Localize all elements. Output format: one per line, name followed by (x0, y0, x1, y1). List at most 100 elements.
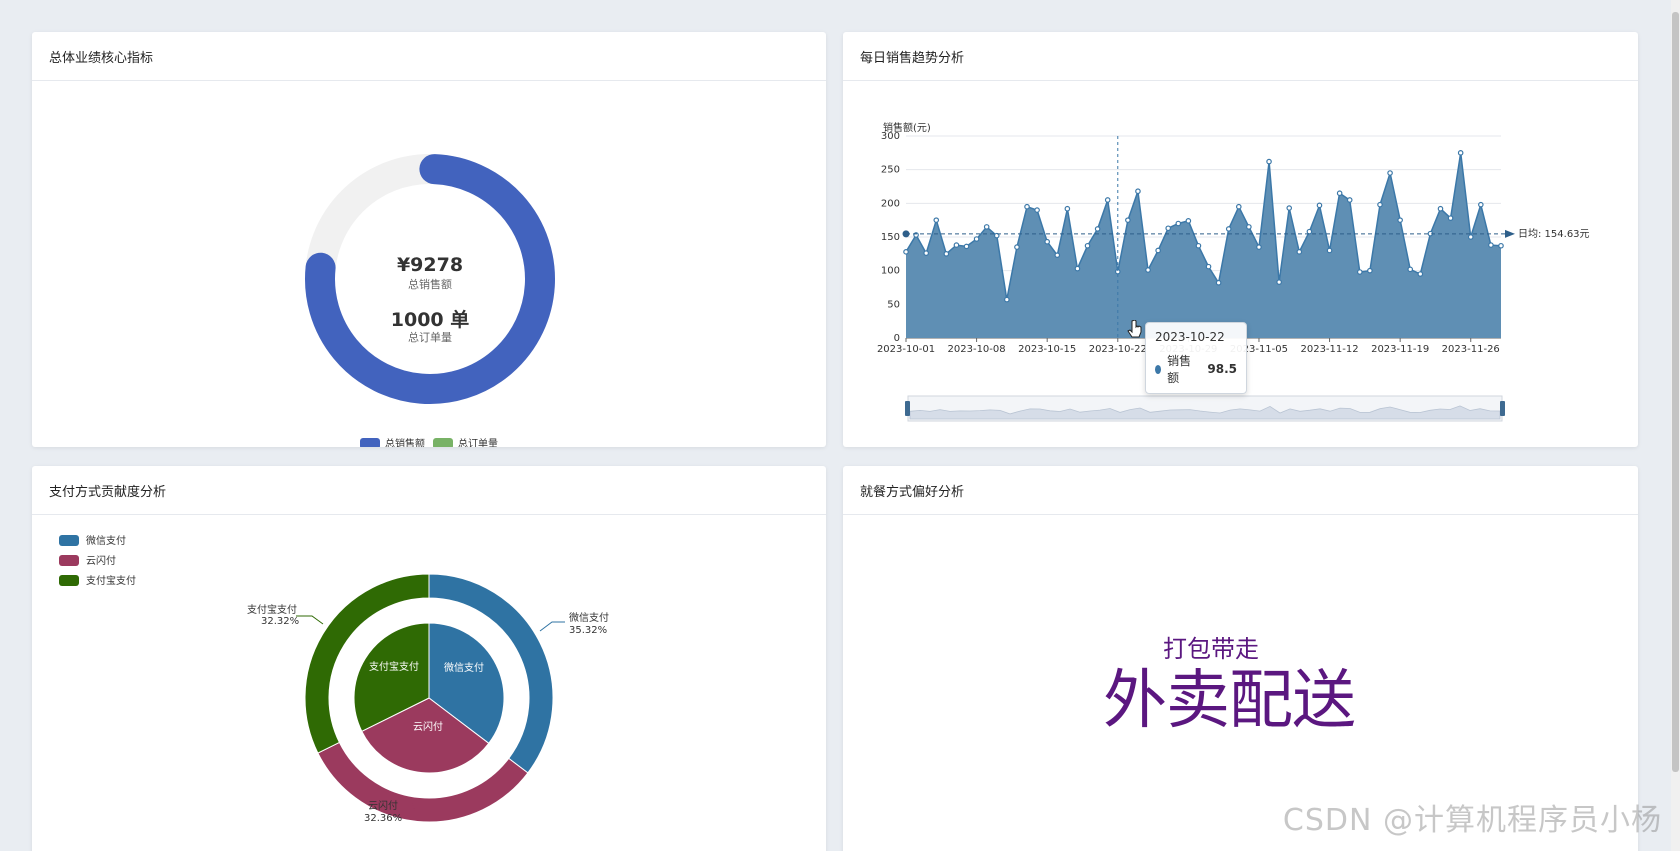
x-tick-label: 2023-10-22 (1089, 344, 1147, 355)
inner-label-alipay: 支付宝支付 (369, 660, 419, 673)
tooltip-series-dot (1155, 364, 1162, 374)
payment-pie-chart[interactable]: 微信支付 云闪付 支付宝支付 微信支付 35.32% 云闪付 32.36% 支付… (32, 515, 826, 851)
data-point[interactable] (1145, 267, 1151, 273)
legend-label-sales[interactable]: 总销售额 (385, 437, 425, 447)
data-point[interactable] (1044, 238, 1050, 245)
data-point[interactable] (1336, 190, 1343, 197)
data-point[interactable] (1457, 150, 1464, 156)
data-point[interactable] (1498, 242, 1504, 249)
data-point[interactable] (1014, 244, 1020, 250)
x-tick-label: 2023-11-12 (1300, 344, 1358, 355)
data-point[interactable] (1074, 265, 1081, 272)
outer-label-alipay-pct: 32.32% (261, 616, 299, 627)
sales-area (906, 152, 1501, 338)
data-point[interactable] (1185, 218, 1192, 224)
data-point[interactable] (1417, 271, 1424, 277)
page-scrollbar[interactable] (1671, 0, 1680, 851)
outer-label-unionpay-pct: 32.36% (364, 813, 402, 824)
data-point[interactable] (1367, 267, 1373, 274)
data-point[interactable] (1346, 197, 1353, 203)
data-point[interactable] (1135, 188, 1141, 195)
data-point[interactable] (1104, 197, 1111, 203)
legend-swatch-alipay[interactable] (59, 575, 79, 586)
scrollbar-thumb[interactable] (1672, 12, 1679, 772)
data-point[interactable] (963, 243, 970, 250)
data-point[interactable] (1357, 269, 1363, 275)
inner-label-wechat: 微信支付 (444, 661, 484, 674)
payment-legend: 微信支付 云闪付 支付宝支付 (59, 534, 136, 587)
data-point[interactable] (1296, 249, 1303, 255)
word-cloud-delivery[interactable]: 外卖配送 (1103, 649, 1356, 741)
data-point[interactable] (953, 242, 960, 248)
data-point[interactable] (1215, 279, 1222, 286)
x-tick-label: 2023-11-19 (1371, 344, 1429, 355)
data-point[interactable] (1276, 279, 1282, 285)
data-point[interactable] (1004, 296, 1010, 303)
legend-label-orders[interactable]: 总订单量 (458, 437, 498, 447)
data-point[interactable] (1094, 226, 1101, 232)
outer-label-unionpay-name: 云闪付 (368, 799, 398, 812)
kpi-orders-label: 总订单量 (408, 330, 452, 344)
kpi-legend: 总销售额 总订单量 (360, 437, 498, 447)
data-point[interactable] (1437, 205, 1444, 212)
data-point[interactable] (1165, 225, 1172, 232)
data-point[interactable] (1024, 203, 1030, 210)
payment-panel: 支付方式贡献度分析 微信支付 云闪付 支付宝支付 微信支付 35.32% 云闪付 (32, 466, 826, 851)
data-point[interactable] (983, 224, 990, 230)
data-point[interactable] (1034, 207, 1040, 213)
data-point[interactable] (1478, 201, 1484, 208)
outer-label-alipay-name: 支付宝支付 (247, 603, 297, 616)
data-point[interactable] (1306, 228, 1313, 235)
tooltip-series-name: 销售额 (1167, 354, 1192, 385)
data-point[interactable] (943, 251, 950, 257)
kpi-orders-value: 1000 单 (391, 308, 470, 331)
data-point[interactable] (1246, 224, 1252, 230)
data-point[interactable] (1064, 205, 1071, 212)
watermark: CSDN @计算机程序员小杨 (1282, 803, 1662, 838)
data-point[interactable] (1377, 201, 1383, 208)
data-point[interactable] (1407, 266, 1414, 273)
data-point[interactable] (1195, 242, 1202, 249)
data-point[interactable] (1205, 263, 1212, 270)
x-tick-label: 2023-10-08 (948, 344, 1006, 355)
chart-tooltip: 2023-10-22 销售额 98.5 (1145, 322, 1247, 394)
kpi-panel: 总体业绩核心指标 ¥9278 总销售额 1000 单 总订单量 总销售额 总订单… (32, 32, 826, 447)
data-point[interactable] (903, 249, 909, 255)
legend-swatch-orders[interactable] (433, 438, 453, 447)
legend-label-wechat[interactable]: 微信支付 (86, 534, 126, 547)
data-point[interactable] (1488, 242, 1494, 248)
y-tick-label: 50 (887, 299, 900, 310)
data-point[interactable] (1397, 217, 1403, 223)
data-point[interactable] (1266, 158, 1272, 165)
leader-line-alipay (296, 615, 324, 625)
zoom-handle-left[interactable] (905, 401, 910, 416)
average-label: 日均: 154.63元 (1518, 228, 1590, 240)
legend-swatch-wechat[interactable] (59, 535, 79, 546)
zoom-handle-right[interactable] (1500, 401, 1505, 416)
y-tick-label: 150 (881, 232, 900, 243)
data-point[interactable] (1084, 242, 1091, 249)
data-point[interactable] (1175, 220, 1182, 227)
data-point[interactable] (933, 217, 940, 223)
inner-label-unionpay: 云闪付 (413, 720, 443, 733)
legend-swatch-sales[interactable] (360, 438, 380, 447)
data-point[interactable] (1225, 226, 1232, 232)
data-point[interactable] (1235, 203, 1242, 210)
data-point[interactable] (1467, 234, 1474, 240)
data-point[interactable] (1054, 252, 1061, 258)
data-point[interactable] (1125, 217, 1131, 223)
data-point[interactable] (973, 236, 980, 242)
data-point[interactable] (1316, 202, 1323, 209)
data-point[interactable] (1447, 215, 1454, 221)
legend-label-unionpay[interactable]: 云闪付 (86, 554, 116, 567)
data-point[interactable] (1326, 247, 1333, 254)
data-point[interactable] (1387, 170, 1393, 176)
legend-swatch-unionpay[interactable] (59, 555, 79, 566)
data-point[interactable] (923, 250, 929, 256)
data-zoom-slider[interactable] (905, 395, 1505, 422)
data-point[interactable] (1286, 205, 1293, 211)
legend-label-alipay[interactable]: 支付宝支付 (86, 574, 136, 587)
data-point[interactable] (1155, 247, 1161, 254)
x-tick-label: 2023-11-26 (1442, 344, 1500, 355)
data-point[interactable] (1256, 244, 1262, 250)
